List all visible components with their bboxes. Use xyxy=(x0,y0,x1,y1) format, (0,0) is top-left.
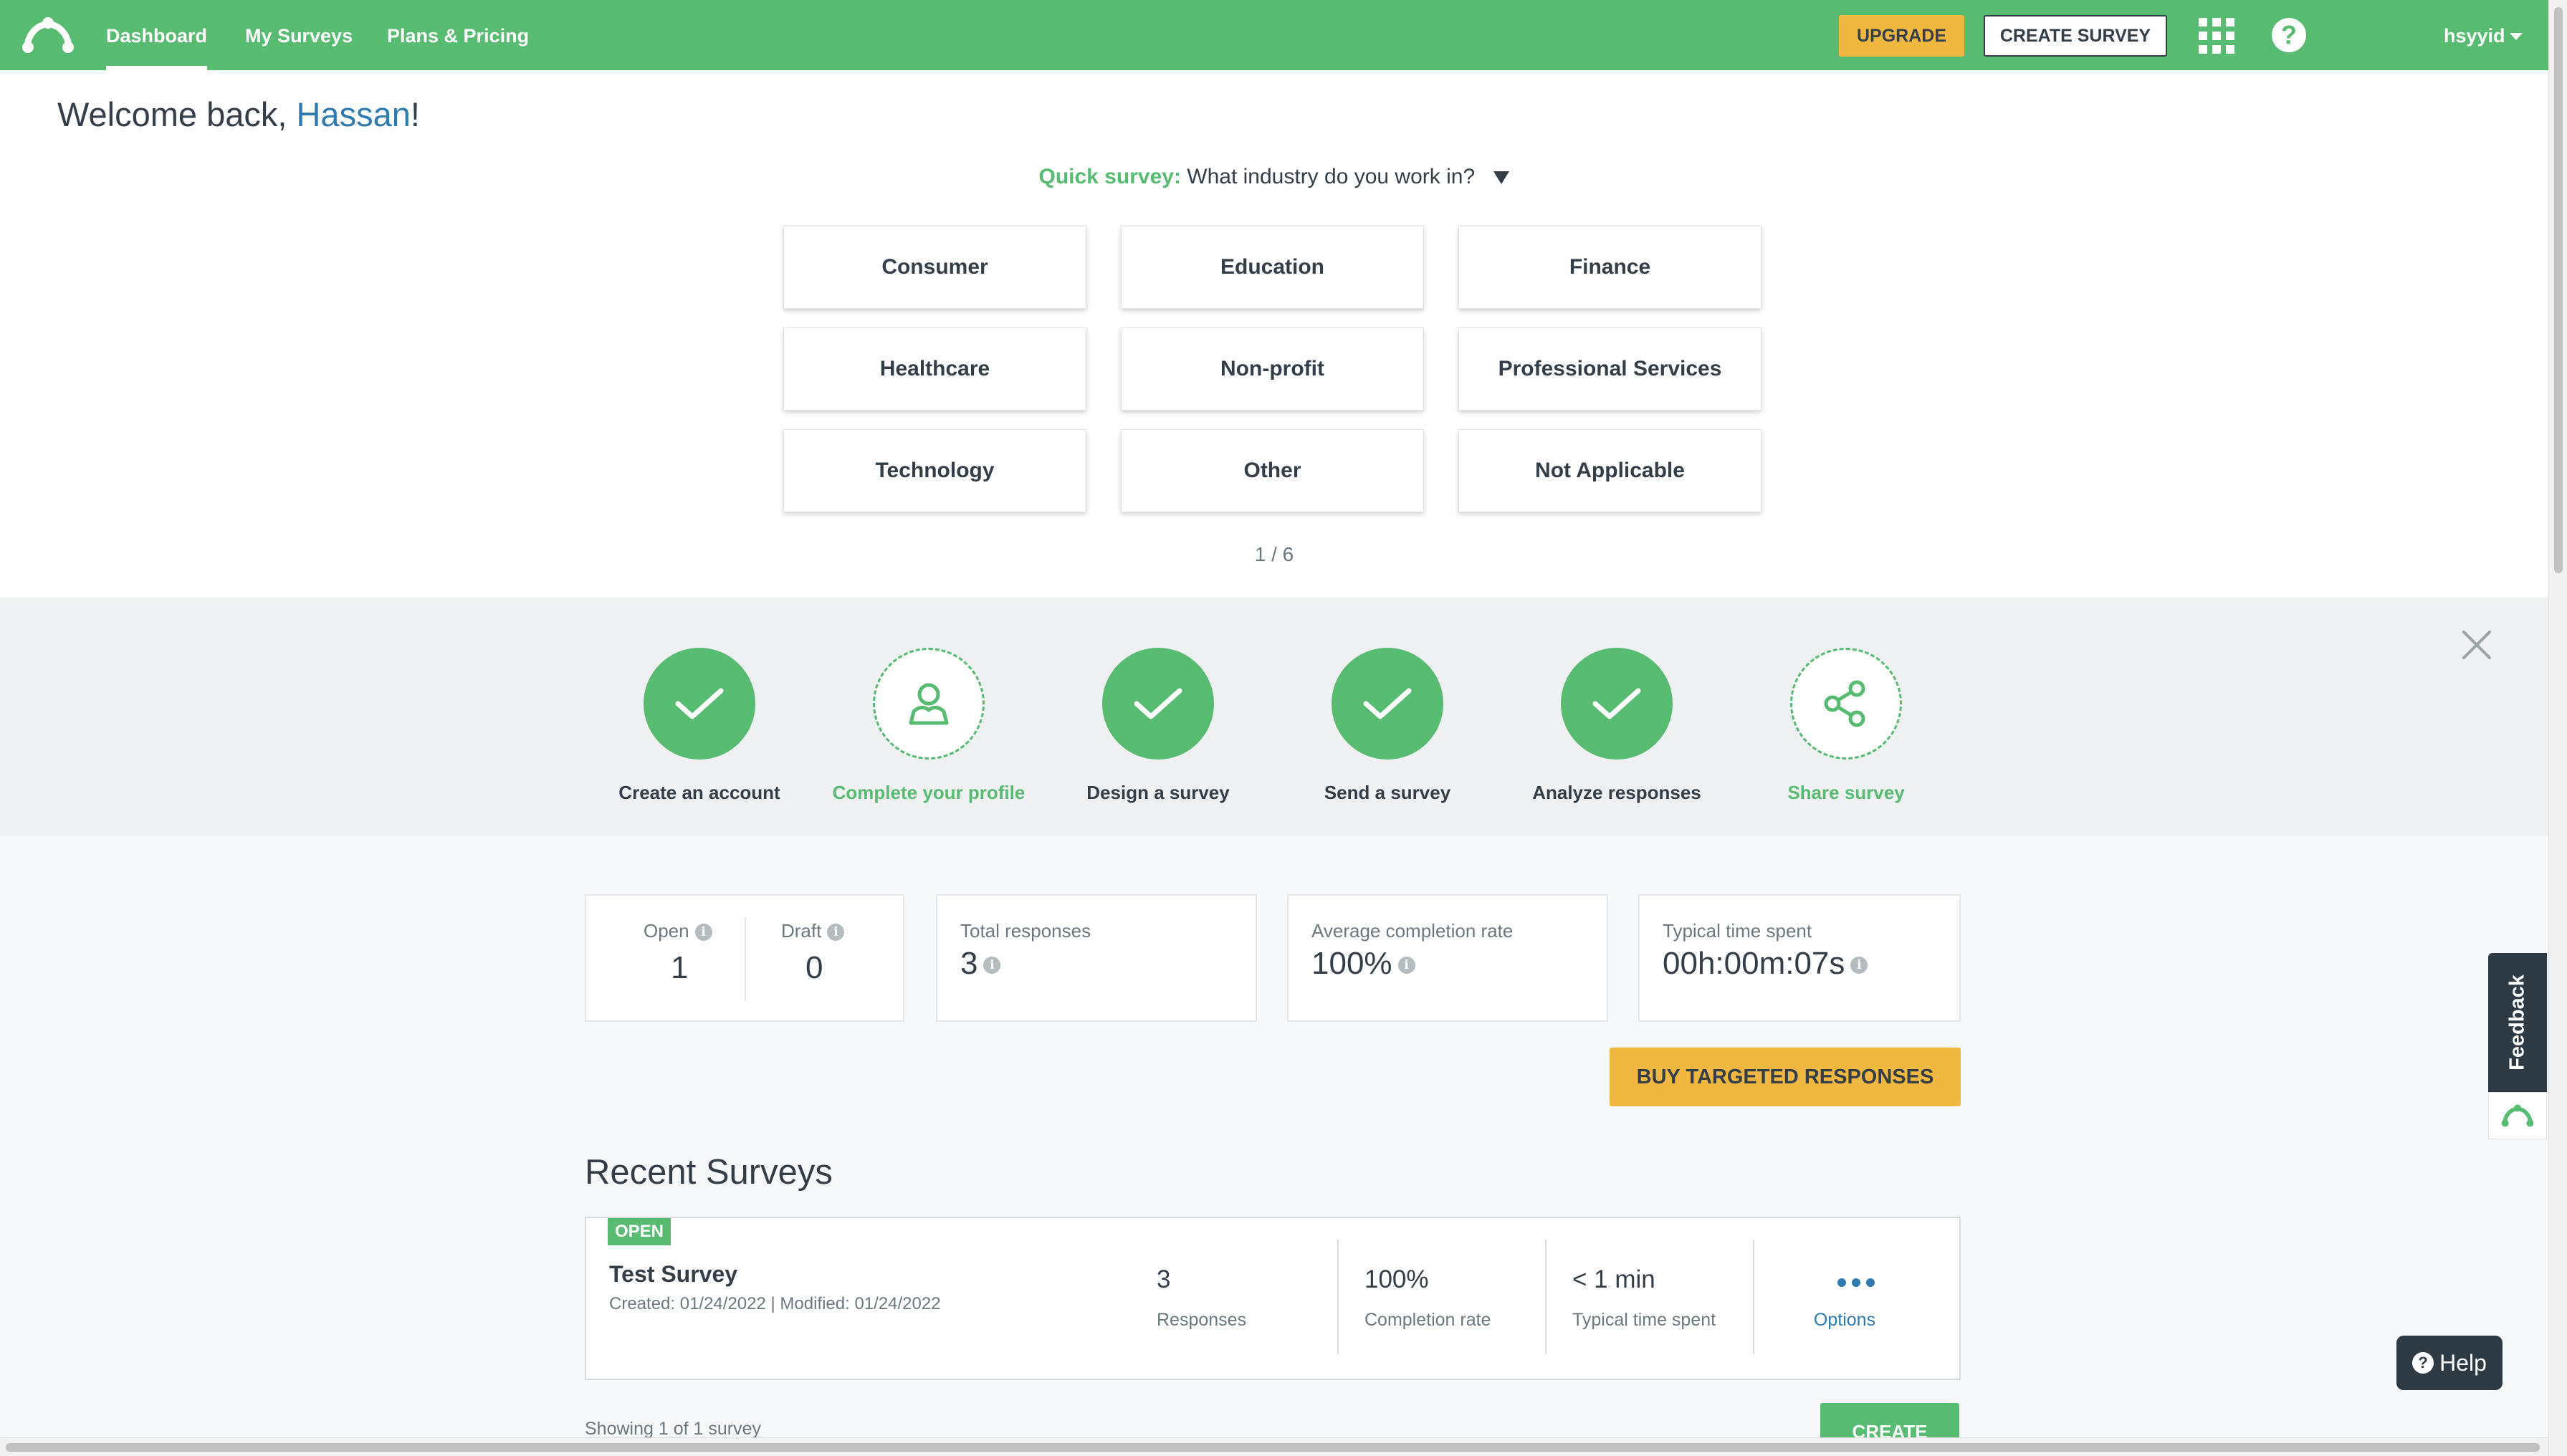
step-label[interactable]: Share survey xyxy=(1731,782,1961,804)
onboarding-steps: Create an account Complete your profile … xyxy=(0,598,2548,835)
showing-count: Showing 1 of 1 survey xyxy=(585,1419,761,1439)
industry-option-professional-services[interactable]: Professional Services xyxy=(1458,327,1761,411)
total-responses-value: 3i xyxy=(960,946,1001,982)
apps-grid-icon[interactable] xyxy=(2199,18,2234,54)
draft-value: 0 xyxy=(806,950,823,985)
status-badge: OPEN xyxy=(608,1218,671,1245)
quick-survey-question: Quick survey: What industry do you work … xyxy=(0,165,2548,189)
industry-option-non-profit[interactable]: Non-profit xyxy=(1121,327,1424,411)
chevron-down-icon[interactable] xyxy=(2510,33,2523,40)
welcome-heading: Welcome back, Hassan! xyxy=(57,95,420,133)
check-icon xyxy=(1332,648,1443,760)
divider xyxy=(1753,1240,1754,1354)
open-draft-stat: Open i 1 Draft i 0 xyxy=(585,894,904,1022)
open-label: Open i xyxy=(644,920,712,942)
info-icon[interactable]: i xyxy=(1397,957,1415,974)
industry-option-healthcare[interactable]: Healthcare xyxy=(783,327,1086,411)
profile-icon[interactable] xyxy=(873,648,985,760)
time-spent-value: 00h:00m:07s i xyxy=(1663,946,1868,982)
question-icon: ? xyxy=(2412,1352,2434,1374)
quick-survey-pager: 1 / 6 xyxy=(1254,543,1294,565)
total-responses-label: Total responses xyxy=(960,920,1091,942)
info-icon[interactable]: i xyxy=(983,957,1001,974)
time-spent-stat: Typical time spent 00h:00m:07s i xyxy=(1638,894,1961,1022)
surveymonkey-logo-icon[interactable] xyxy=(21,16,75,54)
user-menu[interactable]: hsyyid xyxy=(2444,0,2505,70)
industry-option-other[interactable]: Other xyxy=(1121,429,1424,512)
time-spent-label: Typical time spent xyxy=(1663,920,1812,942)
divider xyxy=(1337,1240,1339,1354)
options-link[interactable]: Options xyxy=(1794,1310,1895,1331)
divider xyxy=(1545,1240,1547,1354)
check-icon xyxy=(1102,648,1214,760)
recent-surveys-heading: Recent Surveys xyxy=(585,1153,833,1192)
time-label: Typical time spent xyxy=(1572,1310,1716,1330)
step-label: Create an account xyxy=(618,782,780,803)
divider xyxy=(745,917,746,1002)
surveymonkey-logo-icon[interactable] xyxy=(2488,1092,2547,1139)
help-circle-icon[interactable]: ? xyxy=(2272,18,2306,52)
caret-down-icon[interactable] xyxy=(1493,171,1510,185)
more-options-icon[interactable] xyxy=(1837,1278,1875,1287)
completion-rate-stat: Average completion rate 100% i xyxy=(1287,894,1608,1022)
total-responses-stat: Total responses 3i xyxy=(936,894,1257,1022)
help-button[interactable]: ? Help xyxy=(2396,1336,2503,1390)
draft-label: Draft i xyxy=(781,920,845,942)
buy-targeted-responses-button[interactable]: BUY TARGETED RESPONSES xyxy=(1610,1048,1961,1106)
step-label[interactable]: Complete your profile xyxy=(814,782,1043,804)
feedback-tab[interactable]: Feedback xyxy=(2488,953,2547,1092)
completion-label: Completion rate xyxy=(1364,1310,1491,1330)
survey-card[interactable]: OPEN Test Survey Created: 01/24/2022 | M… xyxy=(585,1217,1961,1380)
survey-dates: Created: 01/24/2022 | Modified: 01/24/20… xyxy=(609,1294,941,1313)
nav-plans-pricing[interactable]: Plans & Pricing xyxy=(387,0,529,70)
upgrade-button[interactable]: UPGRADE xyxy=(1839,15,1964,57)
step-label: Analyze responses xyxy=(1532,782,1701,803)
industry-option-consumer[interactable]: Consumer xyxy=(783,226,1086,309)
survey-title[interactable]: Test Survey xyxy=(609,1261,737,1288)
time-value: < 1 min xyxy=(1572,1265,1655,1293)
industry-option-technology[interactable]: Technology xyxy=(783,429,1086,512)
vertical-scrollbar[interactable] xyxy=(2548,0,2567,1456)
user-first-name: Hassan xyxy=(296,95,411,133)
responses-label: Responses xyxy=(1157,1310,1247,1330)
open-value: 1 xyxy=(671,950,689,985)
step-label: Design a survey xyxy=(1086,782,1230,803)
step-label: Send a survey xyxy=(1324,782,1451,803)
info-icon[interactable]: i xyxy=(1850,957,1868,974)
quick-survey-text: What industry do you work in? xyxy=(1187,165,1476,188)
nav-my-surveys[interactable]: My Surveys xyxy=(245,0,353,70)
completion-value: 100% xyxy=(1364,1265,1429,1293)
completion-rate-label: Average completion rate xyxy=(1311,920,1514,942)
quick-survey-label: Quick survey: xyxy=(1038,165,1181,188)
scrollbar-thumb[interactable] xyxy=(6,1443,2540,1452)
check-icon xyxy=(644,648,755,760)
industry-option-finance[interactable]: Finance xyxy=(1458,226,1761,309)
completion-rate-value: 100% i xyxy=(1311,946,1415,982)
industry-option-education[interactable]: Education xyxy=(1121,226,1424,309)
close-icon[interactable] xyxy=(2461,629,2492,661)
top-nav: Dashboard My Surveys Plans & Pricing UPG… xyxy=(0,0,2548,70)
share-icon[interactable] xyxy=(1790,648,1902,760)
responses-value: 3 xyxy=(1157,1265,1171,1293)
industry-option-not-applicable[interactable]: Not Applicable xyxy=(1458,429,1761,512)
nav-dashboard[interactable]: Dashboard xyxy=(106,0,208,70)
create-survey-button[interactable]: CREATE SURVEY xyxy=(1984,15,2167,57)
horizontal-scrollbar[interactable] xyxy=(0,1437,2548,1456)
info-icon[interactable]: i xyxy=(694,924,712,942)
scrollbar-thumb[interactable] xyxy=(2554,7,2563,573)
info-icon[interactable]: i xyxy=(827,924,845,942)
check-icon xyxy=(1561,648,1673,760)
